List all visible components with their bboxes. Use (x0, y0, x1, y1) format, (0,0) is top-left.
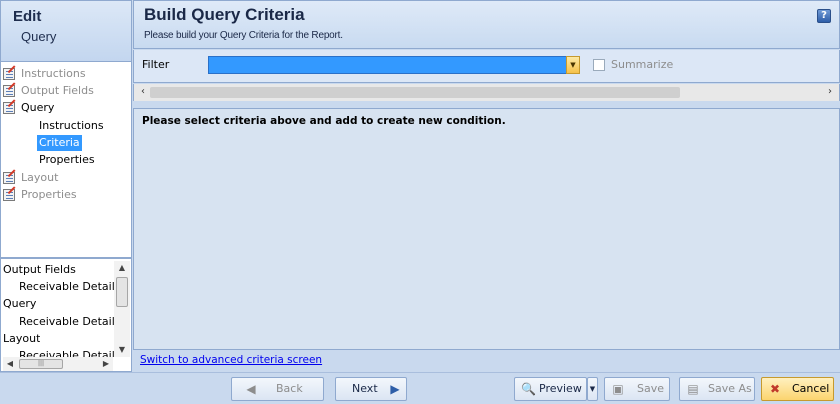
next-arrow-icon: ▶ (390, 382, 400, 396)
preview-icon: 🔍 (521, 382, 536, 396)
nav-item-label: Instructions (21, 67, 86, 80)
page-subtitle: Please build your Query Criteria for the… (144, 30, 343, 41)
nav-item-layout[interactable]: Layout (3, 170, 59, 186)
scroll-up-icon[interactable]: ▲ (114, 261, 130, 275)
filter-label: Filter (142, 58, 170, 71)
advanced-link-bar: Switch to advanced criteria screen (133, 352, 840, 370)
scroll-left-icon[interactable]: ‹ (136, 85, 150, 99)
left-pane: Edit Query Instructions Output Fields Qu… (0, 0, 132, 372)
page-title: Build Query Criteria (144, 5, 305, 24)
cancel-label: Cancel (792, 382, 830, 395)
horizontal-scrollbar[interactable]: ◀ ||| ▶ (3, 357, 113, 371)
cancel-icon: ✖ (769, 382, 781, 396)
cancel-button[interactable]: ✖ Cancel (761, 377, 834, 401)
back-label: Back (276, 382, 303, 395)
bottom-toolbar: ◀ Back Next ▶ 🔍 Preview ▼ ▣ Save ▤ Save … (0, 372, 840, 404)
list-item[interactable]: Layout (3, 331, 40, 347)
filter-bar: Filter ▼ Summarize (133, 50, 840, 83)
preview-dropdown-button[interactable]: ▼ (587, 377, 598, 401)
scroll-right-icon[interactable]: › (823, 85, 837, 99)
criteria-area: Please select criteria above and add to … (133, 108, 840, 350)
advanced-criteria-link[interactable]: Switch to advanced criteria screen (140, 354, 322, 366)
scroll-thumb[interactable]: ||| (19, 359, 63, 369)
nav-item-label: Instructions (39, 119, 104, 132)
nav-item-label: Query (21, 101, 55, 114)
chevron-down-icon[interactable]: ▼ (566, 56, 580, 74)
preview-button[interactable]: 🔍 Preview (514, 377, 587, 401)
checklist-icon (3, 189, 15, 201)
back-arrow-icon: ◀ (246, 382, 256, 396)
checklist-icon (3, 85, 15, 97)
save-as-button[interactable]: ▤ Save As (679, 377, 755, 401)
nav-item-properties[interactable]: Properties (3, 187, 77, 203)
list-item[interactable]: Receivable Details (19, 314, 115, 330)
chevron-down-icon: ▼ (589, 385, 596, 393)
main-pane: Build Query Criteria Please build your Q… (133, 0, 840, 372)
list-item[interactable]: Query (3, 296, 36, 312)
page-header: Build Query Criteria Please build your Q… (133, 0, 840, 49)
nav-item-criteria[interactable]: Criteria (37, 135, 82, 151)
scroll-down-icon[interactable]: ▼ (114, 343, 130, 357)
next-button[interactable]: Next ▶ (335, 377, 407, 401)
report-wizard-window: Edit Query Instructions Output Fields Qu… (0, 0, 840, 404)
save-label: Save (637, 382, 665, 395)
save-as-icon: ▤ (687, 382, 699, 396)
vertical-scrollbar[interactable]: ▲ ▼ (114, 261, 130, 357)
edit-title: Edit (13, 8, 42, 25)
nav-item-label: Properties (21, 188, 77, 201)
save-as-label: Save As (708, 382, 752, 395)
edit-header: Edit Query (0, 0, 132, 62)
nav-tree: Instructions Output Fields Query Instruc… (0, 62, 132, 258)
scroll-left-icon[interactable]: ◀ (3, 357, 17, 371)
save-button[interactable]: ▣ Save (604, 377, 670, 401)
next-label: Next (352, 382, 378, 395)
list-item[interactable]: Receivable Details (19, 279, 115, 295)
nav-item-label: Criteria (39, 136, 80, 149)
list-item[interactable]: Receivable Details (19, 348, 115, 357)
nav-item-label: Output Fields (21, 84, 94, 97)
preview-label: Preview (539, 382, 582, 395)
criteria-horizontal-scrollbar[interactable]: ‹ › (133, 84, 840, 101)
nav-item-query-instructions[interactable]: Instructions (39, 118, 104, 134)
summarize-label: Summarize (611, 58, 674, 71)
scroll-right-icon[interactable]: ▶ (99, 357, 113, 371)
list-item[interactable]: Output Fields (3, 262, 76, 278)
nav-item-output-fields[interactable]: Output Fields (3, 83, 94, 99)
nav-item-label: Properties (39, 153, 95, 166)
summarize-checkbox[interactable] (593, 59, 605, 71)
criteria-message: Please select criteria above and add to … (142, 115, 506, 127)
filter-dropdown[interactable]: ▼ (208, 56, 580, 74)
nav-item-label: Layout (21, 171, 59, 184)
edit-subtitle: Query (21, 29, 57, 44)
nav-item-query-properties[interactable]: Properties (39, 152, 95, 168)
nav-item-instructions[interactable]: Instructions (3, 66, 86, 82)
nav-item-query[interactable]: Query (3, 100, 55, 116)
back-button[interactable]: ◀ Back (231, 377, 324, 401)
scroll-thumb[interactable] (116, 277, 128, 307)
help-icon[interactable]: ? (817, 9, 831, 23)
checklist-icon (3, 102, 15, 114)
checklist-icon (3, 68, 15, 80)
detail-list: Output Fields Receivable Details Query R… (0, 258, 132, 372)
floppy-disk-icon: ▣ (612, 382, 624, 396)
checklist-icon (3, 172, 15, 184)
scroll-thumb[interactable] (150, 87, 680, 98)
